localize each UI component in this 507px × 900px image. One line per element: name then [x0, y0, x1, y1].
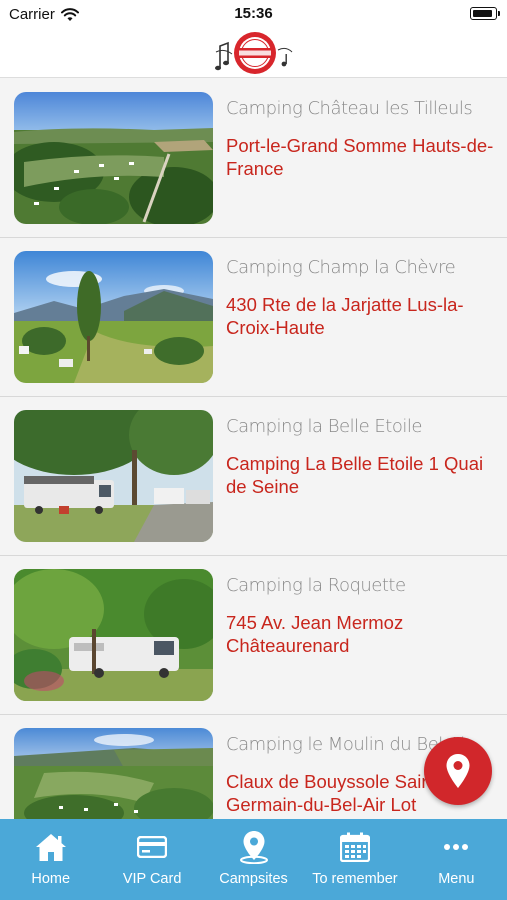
campsite-address: 745 Av. Jean Mermoz Châteaurenard: [226, 612, 404, 656]
campsite-photo: [14, 728, 213, 819]
tab-label: Home: [31, 871, 71, 887]
tab-label: To remember: [312, 871, 398, 887]
tab-home[interactable]: Home: [0, 819, 101, 900]
campsite-name: Camping Champ la Chèvre: [226, 257, 456, 278]
campsite-photo: [14, 569, 213, 701]
tab-menu[interactable]: Menu: [406, 819, 507, 900]
campsite-address: 430 Rte de la Jarjatte Lus-la-Croix-Haut…: [226, 294, 464, 338]
battery-icon: [470, 7, 500, 20]
status-time: 15:36: [234, 5, 273, 22]
campsite-address: Camping La Belle Etoile 1 Quai de Seine: [226, 453, 484, 497]
campsite-name: Camping la Roquette: [226, 575, 406, 596]
calendar-icon: [339, 832, 370, 862]
campsite-address: Port-le-Grand Somme Hauts-de-France: [226, 135, 494, 179]
campsite-photo: [14, 251, 213, 383]
tab-campsites[interactable]: Campsites: [203, 819, 304, 900]
app-header: [0, 30, 507, 78]
tab-vip-card[interactable]: VIP Card: [101, 819, 202, 900]
tab-label: Menu: [438, 871, 475, 887]
card-icon: [137, 836, 168, 858]
home-icon: [35, 834, 66, 861]
battery-level: [472, 9, 493, 17]
tab-to-remember[interactable]: To remember: [304, 819, 405, 900]
campsite-list[interactable]: Camping Château les Tilleuls Port-le-Gra…: [0, 79, 507, 819]
cest-si-bon-logo-icon[interactable]: [214, 30, 294, 76]
campsite-row[interactable]: Camping Château les Tilleuls Port-le-Gra…: [0, 79, 507, 238]
more-dots-icon: [444, 844, 469, 850]
map-view-button[interactable]: [424, 737, 492, 805]
campsite-photo: [14, 410, 213, 542]
tab-label: Campsites: [219, 871, 288, 887]
tab-bar: Home VIP Card Campsites To remember Menu: [0, 819, 507, 900]
campsite-row[interactable]: Camping la Roquette 745 Av. Jean Mermoz …: [0, 556, 507, 715]
location-pin-icon: [239, 831, 268, 864]
status-bar: Carrier 15:36: [0, 0, 507, 30]
campsite-name: Camping Château les Tilleuls: [226, 98, 473, 119]
map-pin-icon: [446, 754, 470, 788]
campsite-name: Camping la Belle Etoile: [226, 416, 422, 437]
campsite-photo: [14, 92, 213, 224]
campsite-row[interactable]: Camping la Belle Etoile Camping La Belle…: [0, 397, 507, 556]
campsite-row[interactable]: Camping Champ la Chèvre 430 Rte de la Ja…: [0, 238, 507, 397]
tab-label: VIP Card: [122, 871, 182, 887]
